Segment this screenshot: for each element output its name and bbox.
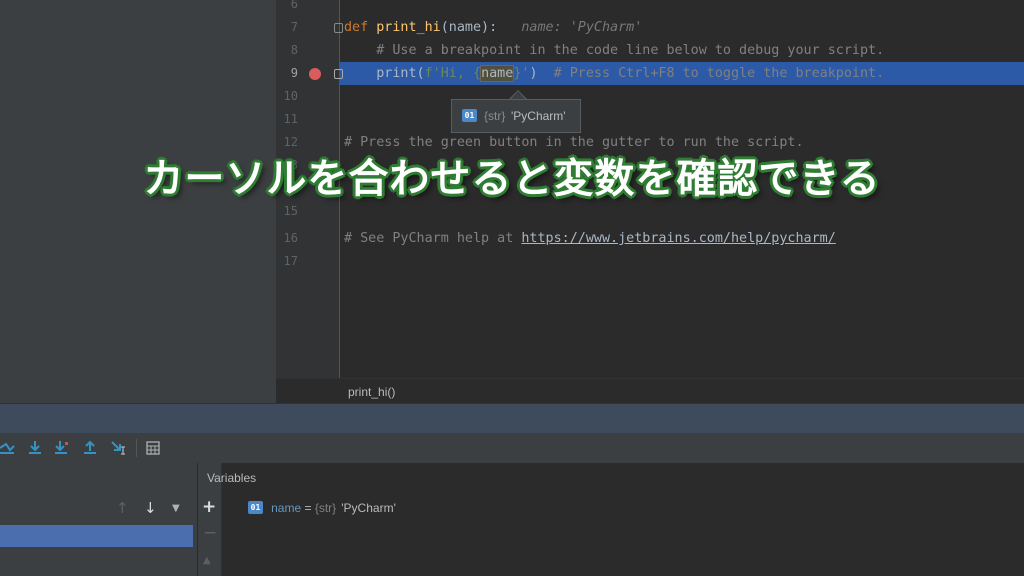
variable-name: name: [271, 501, 302, 515]
line-number: 6: [290, 0, 298, 11]
keyword: def: [344, 20, 377, 35]
tooltip-type: {str}: [484, 109, 506, 123]
fstring-end: }': [513, 66, 530, 81]
tooltip-value: 'PyCharm': [511, 109, 566, 123]
line-number: 11: [283, 112, 298, 126]
code-line: # Use a breakpoint in the code line belo…: [344, 39, 884, 62]
step-into-icon[interactable]: [54, 440, 70, 456]
frames-panel: ↑ ↓ ▼: [0, 463, 197, 576]
step-over-icon[interactable]: [27, 440, 43, 456]
debug-tool-window-header: [0, 403, 1024, 434]
fold-icon[interactable]: [334, 23, 343, 33]
comment: # See PyCharm help at: [344, 231, 522, 246]
line-number: 16: [283, 231, 298, 245]
variable-eq: =: [301, 501, 315, 515]
code-line: # See PyCharm help at https://www.jetbra…: [344, 227, 836, 250]
evaluate-expression-icon[interactable]: [146, 441, 160, 455]
arrow-down-icon[interactable]: ↓: [144, 499, 157, 517]
arrow-up-icon[interactable]: ↑: [116, 499, 129, 517]
fstring-start: f'Hi, {: [424, 66, 482, 81]
debug-toolbar: [0, 433, 1024, 464]
line-number: 7: [290, 20, 298, 34]
add-watch-icon[interactable]: +: [202, 497, 216, 517]
call-close: ): [529, 66, 538, 81]
variables-title: Variables: [207, 471, 257, 485]
inline-value-hint: name: 'PyCharm': [521, 20, 643, 35]
string-type-icon: 01: [462, 109, 477, 122]
fold-icon[interactable]: [334, 69, 343, 79]
breakpoint-icon[interactable]: [309, 68, 321, 80]
variable-type: {str}: [314, 501, 337, 515]
breadcrumb-bar: print_hi(): [276, 378, 1024, 404]
show-execution-point-icon[interactable]: [0, 440, 16, 456]
variable-row[interactable]: 01 name = {str} 'PyCharm': [248, 497, 396, 516]
dropdown-icon[interactable]: ▼: [172, 503, 180, 514]
string-type-icon: 01: [248, 501, 263, 514]
remove-watch-icon[interactable]: −: [203, 523, 217, 543]
help-link[interactable]: https://www.jetbrains.com/help/pycharm/: [521, 231, 835, 246]
breadcrumb[interactable]: print_hi(): [348, 385, 395, 399]
comment: # Press Ctrl+F8 to toggle the breakpoint…: [553, 66, 885, 81]
code-line-breakpoint: print(f'Hi, {name}') # Press Ctrl+F8 to …: [344, 62, 884, 85]
variable-value-tooltip[interactable]: 01 {str} 'PyCharm': [451, 99, 581, 133]
line-number: 17: [283, 254, 298, 268]
overlay-caption: カーソルを合わせると変数を確認できる: [143, 156, 881, 202]
call: print(: [376, 66, 425, 81]
run-to-cursor-icon[interactable]: [110, 440, 128, 456]
comment: # Use a breakpoint in the code line belo…: [376, 43, 885, 58]
function-name: print_hi: [376, 20, 441, 35]
line-number: 8: [290, 43, 298, 57]
frame-list-item-selected[interactable]: [0, 525, 193, 547]
params: (name):: [440, 20, 498, 35]
code-line: def print_hi(name): name: 'PyCharm': [344, 16, 642, 39]
hovered-variable[interactable]: name: [480, 65, 515, 82]
variable-value: 'PyCharm': [341, 501, 396, 515]
step-out-icon[interactable]: [82, 440, 98, 456]
move-up-icon[interactable]: ▲: [203, 555, 211, 566]
toolbar-separator: [136, 439, 137, 457]
line-number: 9: [290, 66, 298, 80]
variables-panel: 01 name = {str} 'PyCharm': [222, 463, 1024, 576]
line-number: 10: [283, 89, 298, 103]
